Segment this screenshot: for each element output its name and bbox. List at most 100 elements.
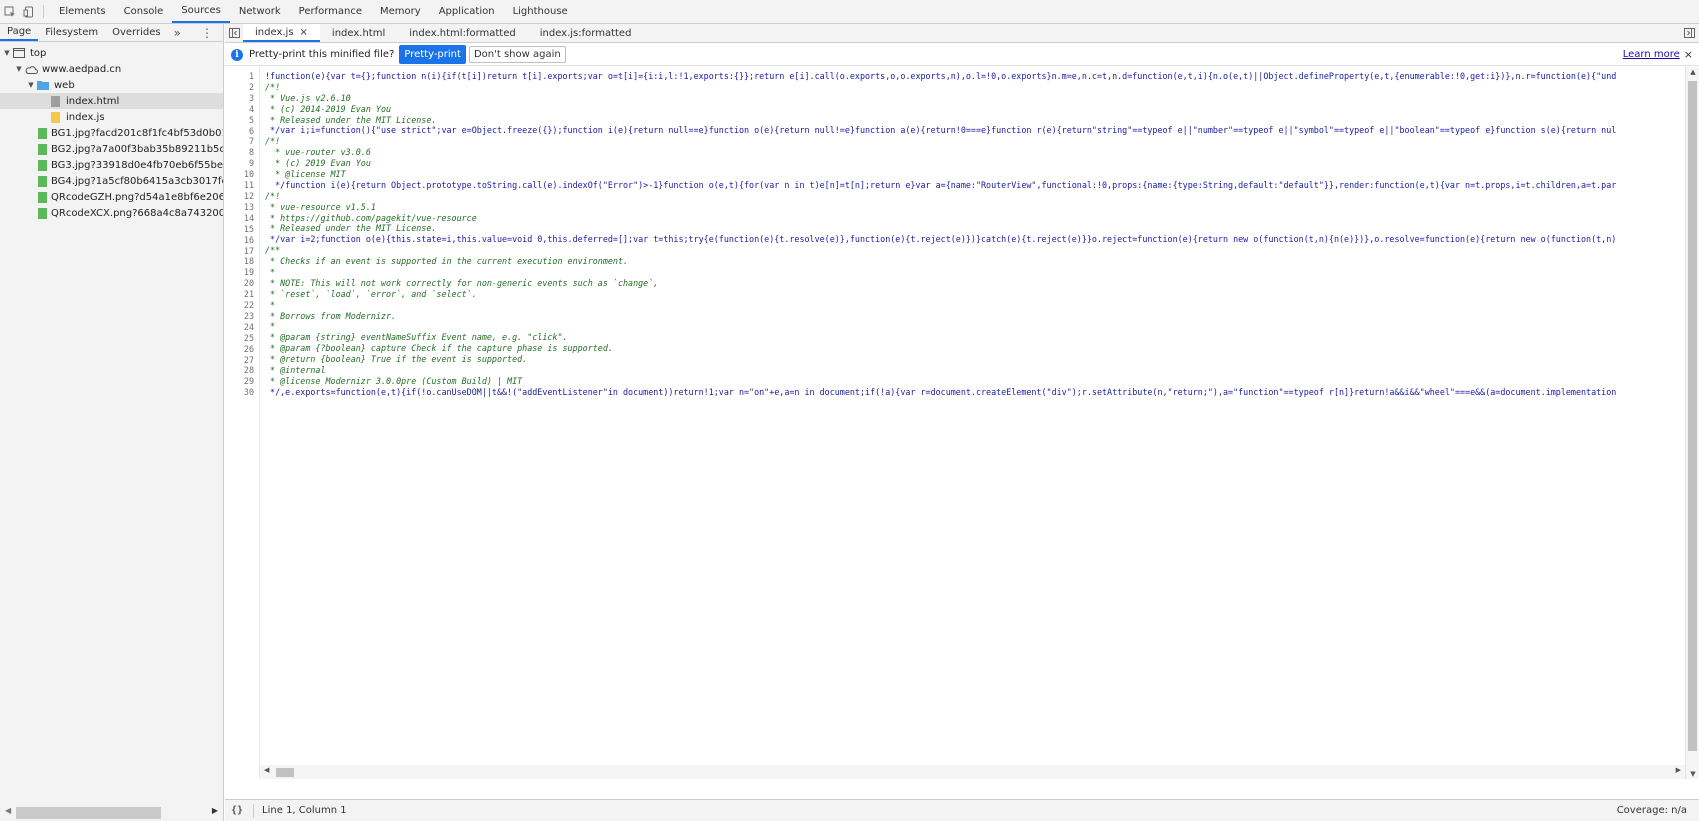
scroll-up-icon[interactable]: ▲	[1686, 68, 1699, 76]
tree-item[interactable]: index.js	[0, 109, 223, 125]
code-line[interactable]: * vue-router v3.0.6	[265, 147, 1679, 158]
tree-item[interactable]: ▼ top	[0, 45, 223, 61]
code-line[interactable]: */var i;i=function(){"use strict";var e=…	[265, 125, 1679, 136]
code-line[interactable]: * @license Modernizr 3.0.0pre (Custom Bu…	[265, 376, 1679, 387]
line-number[interactable]: 8	[225, 147, 254, 158]
line-number[interactable]: 25	[225, 333, 254, 344]
scroll-left-icon[interactable]: ◀	[264, 766, 269, 774]
editor-tab[interactable]: index.html	[320, 24, 397, 42]
line-number[interactable]: 20	[225, 278, 254, 289]
editor-tab[interactable]: index.js ×	[243, 24, 320, 42]
line-number[interactable]: 1	[225, 71, 254, 82]
line-number[interactable]: 26	[225, 344, 254, 355]
code-line[interactable]: */function i(e){return Object.prototype.…	[265, 180, 1679, 191]
toggle-debugger-icon[interactable]	[1679, 24, 1699, 42]
line-number[interactable]: 15	[225, 224, 254, 235]
line-number[interactable]: 13	[225, 202, 254, 213]
line-number[interactable]: 11	[225, 180, 254, 191]
hscroll-thumb[interactable]	[276, 768, 294, 777]
navigator-hscroll[interactable]: ◀ ▶	[0, 801, 224, 821]
tree-item[interactable]: BG4.jpg?1a5cf80b6415a3cb3017feb523	[0, 173, 223, 189]
scroll-right-icon[interactable]: ▶	[1676, 766, 1681, 774]
code-line[interactable]: * https://github.com/pagekit/vue-resourc…	[265, 213, 1679, 224]
code-line[interactable]: * (c) 2019 Evan You	[265, 158, 1679, 169]
line-number[interactable]: 7	[225, 136, 254, 147]
line-number[interactable]: 14	[225, 213, 254, 224]
navigator-tab-overrides[interactable]: Overrides	[105, 24, 167, 41]
editor-vscroll[interactable]: ▲ ▼	[1685, 67, 1699, 779]
expanded-triangle-icon[interactable]: ▼	[2, 49, 12, 57]
line-number[interactable]: 5	[225, 115, 254, 126]
tree-item[interactable]: BG3.jpg?33918d0e4fb70eb6f55beb348	[0, 157, 223, 173]
scroll-left-icon[interactable]: ◀	[5, 806, 11, 815]
code-line[interactable]: /**	[265, 245, 1679, 256]
tree-item[interactable]: BG2.jpg?a7a00f3bab35b89211b5cb8a7	[0, 141, 223, 157]
line-number[interactable]: 12	[225, 191, 254, 202]
code-line[interactable]: */,e.exports=function(e,t){if(!o.canUseD…	[265, 387, 1679, 398]
tab-sources[interactable]: Sources	[172, 0, 230, 23]
editor-tab[interactable]: index.html:formatted	[397, 24, 527, 42]
code-line[interactable]: * @return {boolean} True if the event is…	[265, 354, 1679, 365]
code-editor[interactable]: 1 2 3 4 5 6 7 8 9 10 11 12 13 14 15 16 17 18 19 20 21 22 23 24 2…	[225, 67, 1699, 779]
code-line[interactable]: * @param {?boolean} capture Check if the…	[265, 343, 1679, 354]
line-number[interactable]: 17	[225, 246, 254, 257]
expanded-triangle-icon[interactable]: ▼	[14, 65, 24, 73]
line-number[interactable]: 19	[225, 267, 254, 278]
line-number[interactable]: 3	[225, 93, 254, 104]
tab-elements[interactable]: Elements	[50, 0, 115, 23]
line-number[interactable]: 9	[225, 158, 254, 169]
code-line[interactable]: * Released under the MIT License.	[265, 223, 1679, 234]
tab-network[interactable]: Network	[230, 0, 290, 23]
dont-show-again-button[interactable]: Don't show again	[468, 46, 566, 63]
line-number[interactable]: 22	[225, 300, 254, 311]
tab-lighthouse[interactable]: Lighthouse	[504, 0, 577, 23]
code-line[interactable]: * @internal	[265, 365, 1679, 376]
editor-tab[interactable]: index.js:formatted	[528, 24, 644, 42]
kebab-menu-icon[interactable]: ⋮	[191, 24, 223, 41]
code-line[interactable]: /*!	[265, 136, 1679, 147]
code-line[interactable]: */var i=2;function o(e){this.state=i,thi…	[265, 234, 1679, 245]
vscroll-thumb[interactable]	[1688, 81, 1697, 751]
editor-hscroll[interactable]: ◀ ▶	[260, 765, 1685, 779]
code-line[interactable]: * vue-resource v1.5.1	[265, 202, 1679, 213]
line-number[interactable]: 10	[225, 169, 254, 180]
more-tabs-icon[interactable]: »	[168, 24, 187, 41]
tree-item[interactable]: ▼ www.aedpad.cn	[0, 61, 223, 77]
code-line[interactable]: /*!	[265, 82, 1679, 93]
code-line[interactable]: * Vue.js v2.6.10	[265, 93, 1679, 104]
learn-more-link[interactable]: Learn more	[1623, 49, 1680, 60]
code-line[interactable]: * NOTE: This will not work correctly for…	[265, 278, 1679, 289]
scroll-thumb[interactable]	[16, 807, 161, 819]
code-line[interactable]: * @param {string} eventNameSuffix Event …	[265, 332, 1679, 343]
line-number[interactable]: 4	[225, 104, 254, 115]
toggle-navigator-icon[interactable]	[225, 24, 243, 42]
line-number[interactable]: 2	[225, 82, 254, 93]
tree-item[interactable]: QRcodeGZH.png?d54a1e8bf6e206cdc7	[0, 189, 223, 205]
line-number[interactable]: 21	[225, 289, 254, 300]
navigator-tab-page[interactable]: Page	[0, 24, 39, 41]
line-number[interactable]: 23	[225, 311, 254, 322]
code-line[interactable]: * @license MIT	[265, 169, 1679, 180]
device-toolbar-icon[interactable]	[19, 0, 38, 23]
line-number[interactable]: 30	[225, 387, 254, 398]
close-icon[interactable]: ×	[1684, 48, 1693, 61]
tab-memory[interactable]: Memory	[371, 0, 430, 23]
code-lines[interactable]: !function(e){var t={};function n(i){if(t…	[265, 71, 1679, 398]
inspect-element-icon[interactable]	[0, 0, 19, 23]
code-line[interactable]: * Borrows from Modernizr.	[265, 311, 1679, 322]
line-number[interactable]: 28	[225, 365, 254, 376]
pretty-print-braces-icon[interactable]: {}	[225, 805, 253, 816]
tree-item[interactable]: QRcodeXCX.png?668a4c8a7432001e5c	[0, 205, 223, 221]
coverage-status[interactable]: Coverage: n/a	[1617, 805, 1687, 816]
code-line[interactable]: * Released under the MIT License.	[265, 115, 1679, 126]
tree-item[interactable]: BG1.jpg?facd201c8f1fc4bf53d0b01125a	[0, 125, 223, 141]
scroll-down-icon[interactable]: ▼	[1686, 770, 1699, 778]
scroll-right-icon[interactable]: ▶	[212, 806, 218, 815]
line-number[interactable]: 16	[225, 235, 254, 246]
tab-console[interactable]: Console	[115, 0, 173, 23]
tree-item[interactable]: ▼ web	[0, 77, 223, 93]
line-number[interactable]: 27	[225, 355, 254, 366]
code-line[interactable]: !function(e){var t={};function n(i){if(t…	[265, 71, 1679, 82]
code-line[interactable]: * Checks if an event is supported in the…	[265, 256, 1679, 267]
expanded-triangle-icon[interactable]: ▼	[26, 81, 36, 89]
